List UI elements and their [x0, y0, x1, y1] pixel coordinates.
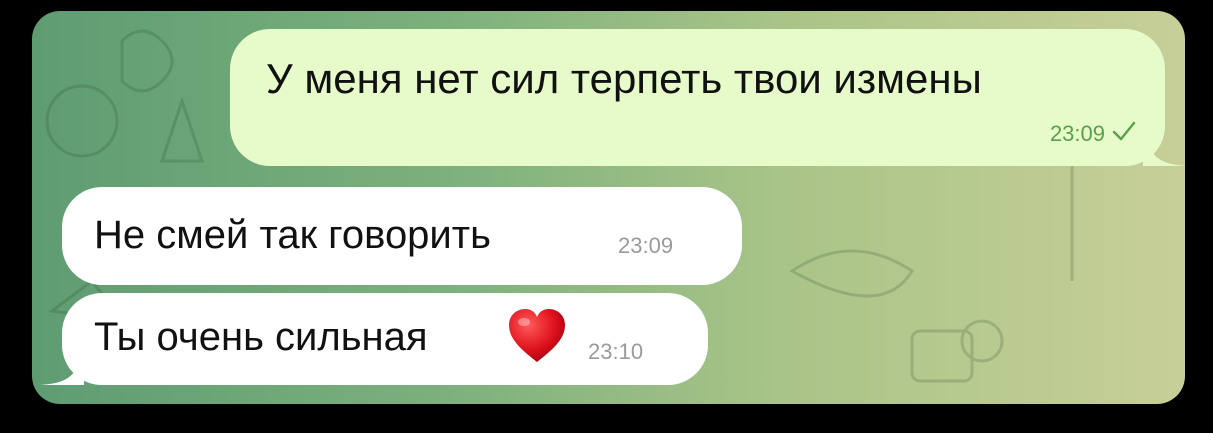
- message-text: Не смей так говорить: [94, 213, 491, 257]
- single-check-icon: [1112, 121, 1136, 141]
- message-text: Ты очень сильная: [94, 315, 428, 359]
- outgoing-message-bubble[interactable]: У меня нет сил терпеть твои измены 23:09: [230, 29, 1185, 166]
- chat-area: У меня нет сил терпеть твои измены 23:09…: [32, 11, 1185, 404]
- bubble-tail: [1143, 126, 1185, 166]
- message-text: У меня нет сил терпеть твои измены: [266, 55, 982, 102]
- bubble-tail: [40, 345, 84, 385]
- red-heart-icon: [509, 309, 565, 362]
- message-time: 23:09: [1049, 121, 1105, 146]
- incoming-message-bubble[interactable]: Не смей так говорить 23:09: [62, 187, 742, 285]
- message-time: 23:10: [588, 339, 644, 364]
- incoming-message-bubble[interactable]: Ты очень сильная 23:10: [40, 293, 708, 385]
- message-time: 23:09: [618, 233, 674, 258]
